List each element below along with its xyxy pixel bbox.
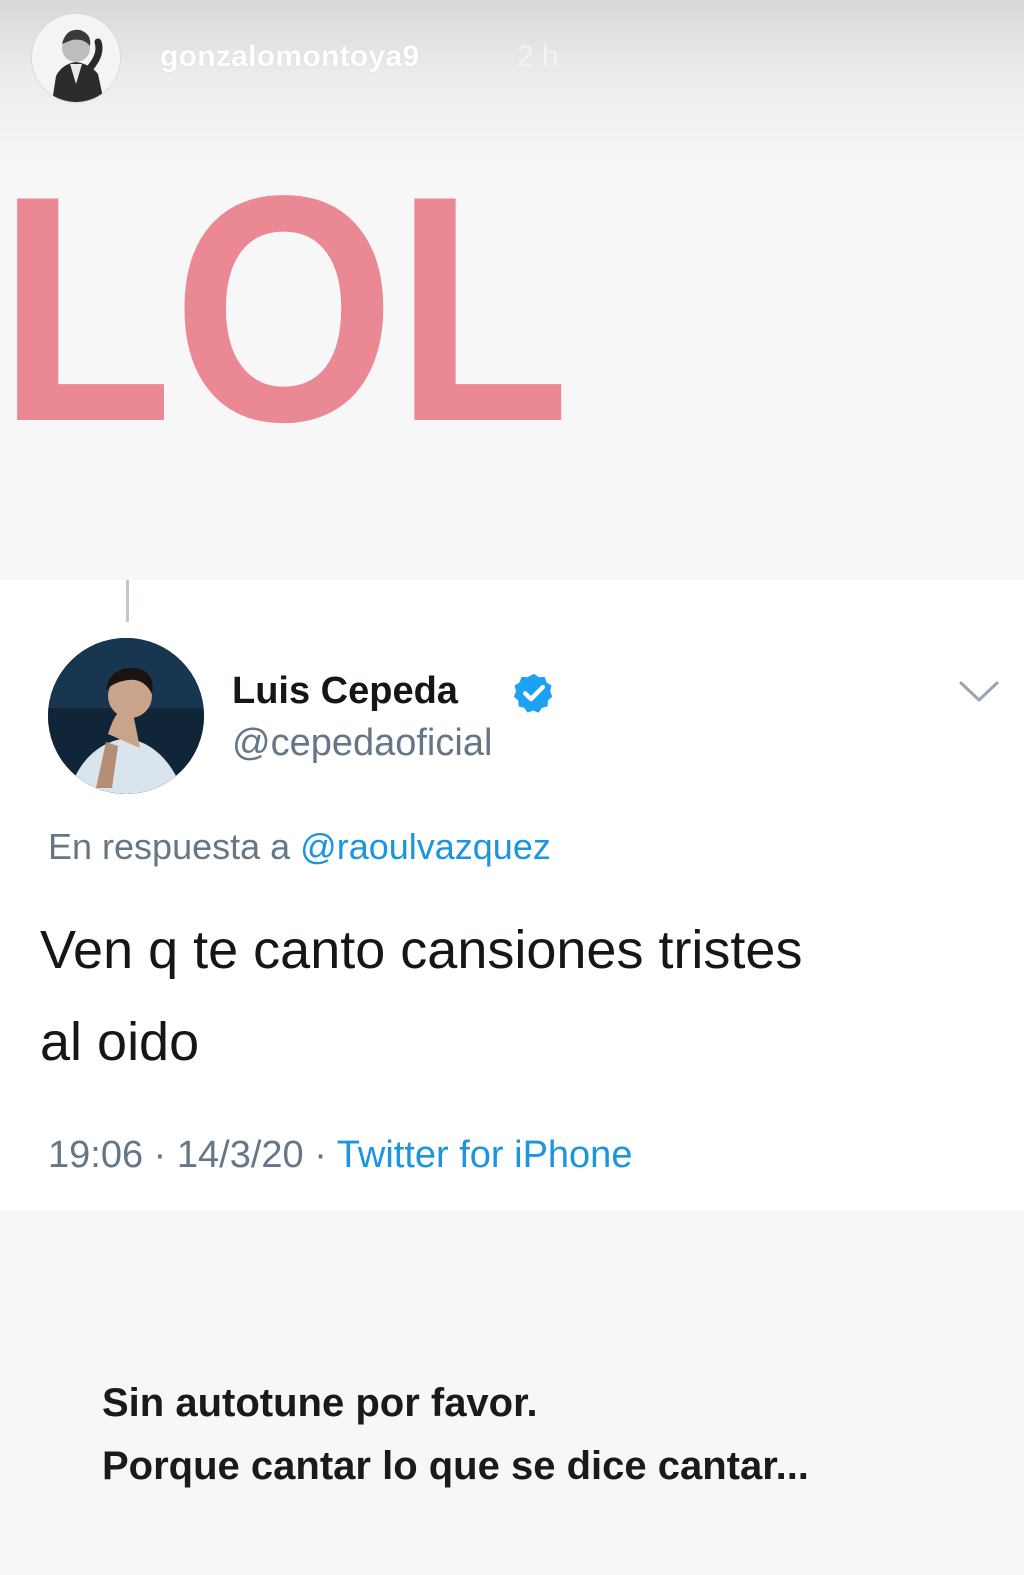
tweet-author-handle[interactable]: @cepedaoficial <box>232 722 492 765</box>
meta-separator: · <box>153 1134 167 1176</box>
story-header-shade <box>0 0 1024 170</box>
tweet-text-line: Ven q te canto cansiones tristes <box>40 920 803 980</box>
tweet-date[interactable]: 14/3/20 <box>177 1134 304 1176</box>
tweet-author-avatar[interactable] <box>48 638 204 794</box>
person-silhouette-icon <box>32 14 120 102</box>
thread-connector-line <box>126 580 129 622</box>
story-avatar[interactable] <box>32 14 120 102</box>
meta-separator: · <box>314 1134 327 1176</box>
caption-line: Sin autotune por favor. <box>102 1381 538 1425</box>
chevron-down-icon[interactable] <box>958 680 1000 704</box>
reply-context: En respuesta a @raoulvazquez <box>48 826 551 868</box>
tweet-time[interactable]: 19:06 <box>48 1134 143 1176</box>
person-photo-icon <box>48 638 204 794</box>
reply-mention-link[interactable]: @raoulvazquez <box>300 826 551 867</box>
story-caption: Sin autotune por favor. Porque cantar lo… <box>102 1372 809 1498</box>
lol-sticker-text: LOL <box>0 170 570 440</box>
tweet-author-name[interactable]: Luis Cepeda <box>232 670 458 713</box>
tweet-metadata: 19:06 · 14/3/20 · Twitter for iPhone <box>48 1134 632 1177</box>
story-timestamp: 2 h <box>517 40 559 73</box>
story-username[interactable]: gonzalomontoya9 <box>160 40 420 74</box>
verified-badge-icon <box>513 673 553 713</box>
reply-prefix: En respuesta a <box>48 826 291 867</box>
lol-sticker: LOL <box>0 170 570 440</box>
tweet-source-link[interactable]: Twitter for iPhone <box>337 1134 633 1176</box>
tweet-text: Ven q te canto cansiones tristes al oido <box>40 904 990 1088</box>
tweet-card: Luis Cepeda @cepedaoficial En respuesta … <box>0 580 1024 1210</box>
caption-line: Porque cantar lo que se dice cantar... <box>102 1444 809 1488</box>
tweet-text-line: al oido <box>40 1012 200 1072</box>
